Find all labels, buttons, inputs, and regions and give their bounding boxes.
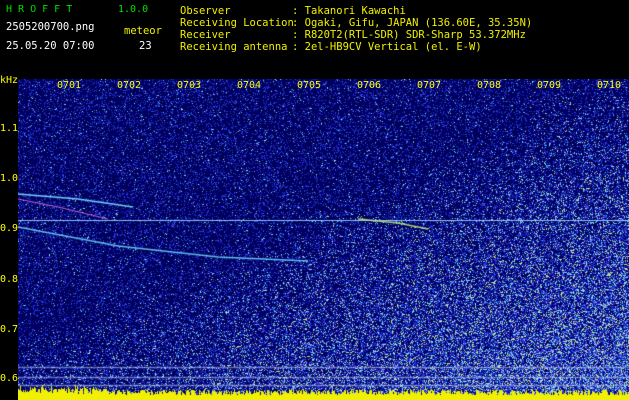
time-tick: 0710 xyxy=(597,80,622,91)
spectrogram xyxy=(18,79,629,400)
freq-tick: 0.7 xyxy=(0,324,19,335)
time-tick: 0709 xyxy=(537,80,562,91)
freq-tick: 0.6 xyxy=(0,373,19,384)
time-tick: 0708 xyxy=(477,80,502,91)
receiver-label: Receiver xyxy=(180,29,231,41)
meteor-count-value: 23 xyxy=(139,40,152,52)
time-tick: 0701 xyxy=(57,80,82,91)
app-name: H R O F F T xyxy=(6,4,73,15)
freq-tick: 1.0 xyxy=(0,173,19,184)
time-tick: 0707 xyxy=(417,80,442,91)
time-tick: 0704 xyxy=(237,80,262,91)
observer-label: Observer xyxy=(180,5,231,17)
observer-value: : Takanori Kawachi xyxy=(292,5,406,17)
time-tick: 0706 xyxy=(357,80,382,91)
antenna-value: : 2el-HB9CV Vertical (el. E-W) xyxy=(292,41,482,53)
app-version: 1.0.0 xyxy=(118,4,149,15)
freq-tick: 1.1 xyxy=(0,123,19,134)
antenna-label: Receiving antenna xyxy=(180,41,288,53)
time-tick: 0702 xyxy=(117,80,142,91)
frequency-axis: kHz 1.1 1.0 0.9 0.8 0.7 0.6 xyxy=(0,72,20,400)
freq-tick: 0.8 xyxy=(0,274,19,285)
observation-datetime: 25.05.20 07:00 xyxy=(6,40,95,52)
location-label: Receiving Location xyxy=(180,17,294,29)
receiver-value: : R820T2(RTL-SDR) SDR-Sharp 53.372MHz xyxy=(292,29,526,41)
time-tick: 0705 xyxy=(297,80,322,91)
meteor-count-label: meteor xyxy=(124,25,162,37)
frequency-unit: kHz xyxy=(0,75,19,86)
location-value: : Ogaki, Gifu, JAPAN (136.60E, 35.35N) xyxy=(292,17,533,29)
freq-tick: 0.9 xyxy=(0,223,19,234)
time-tick: 0703 xyxy=(177,80,202,91)
file-name: 2505200700.png xyxy=(6,21,95,33)
